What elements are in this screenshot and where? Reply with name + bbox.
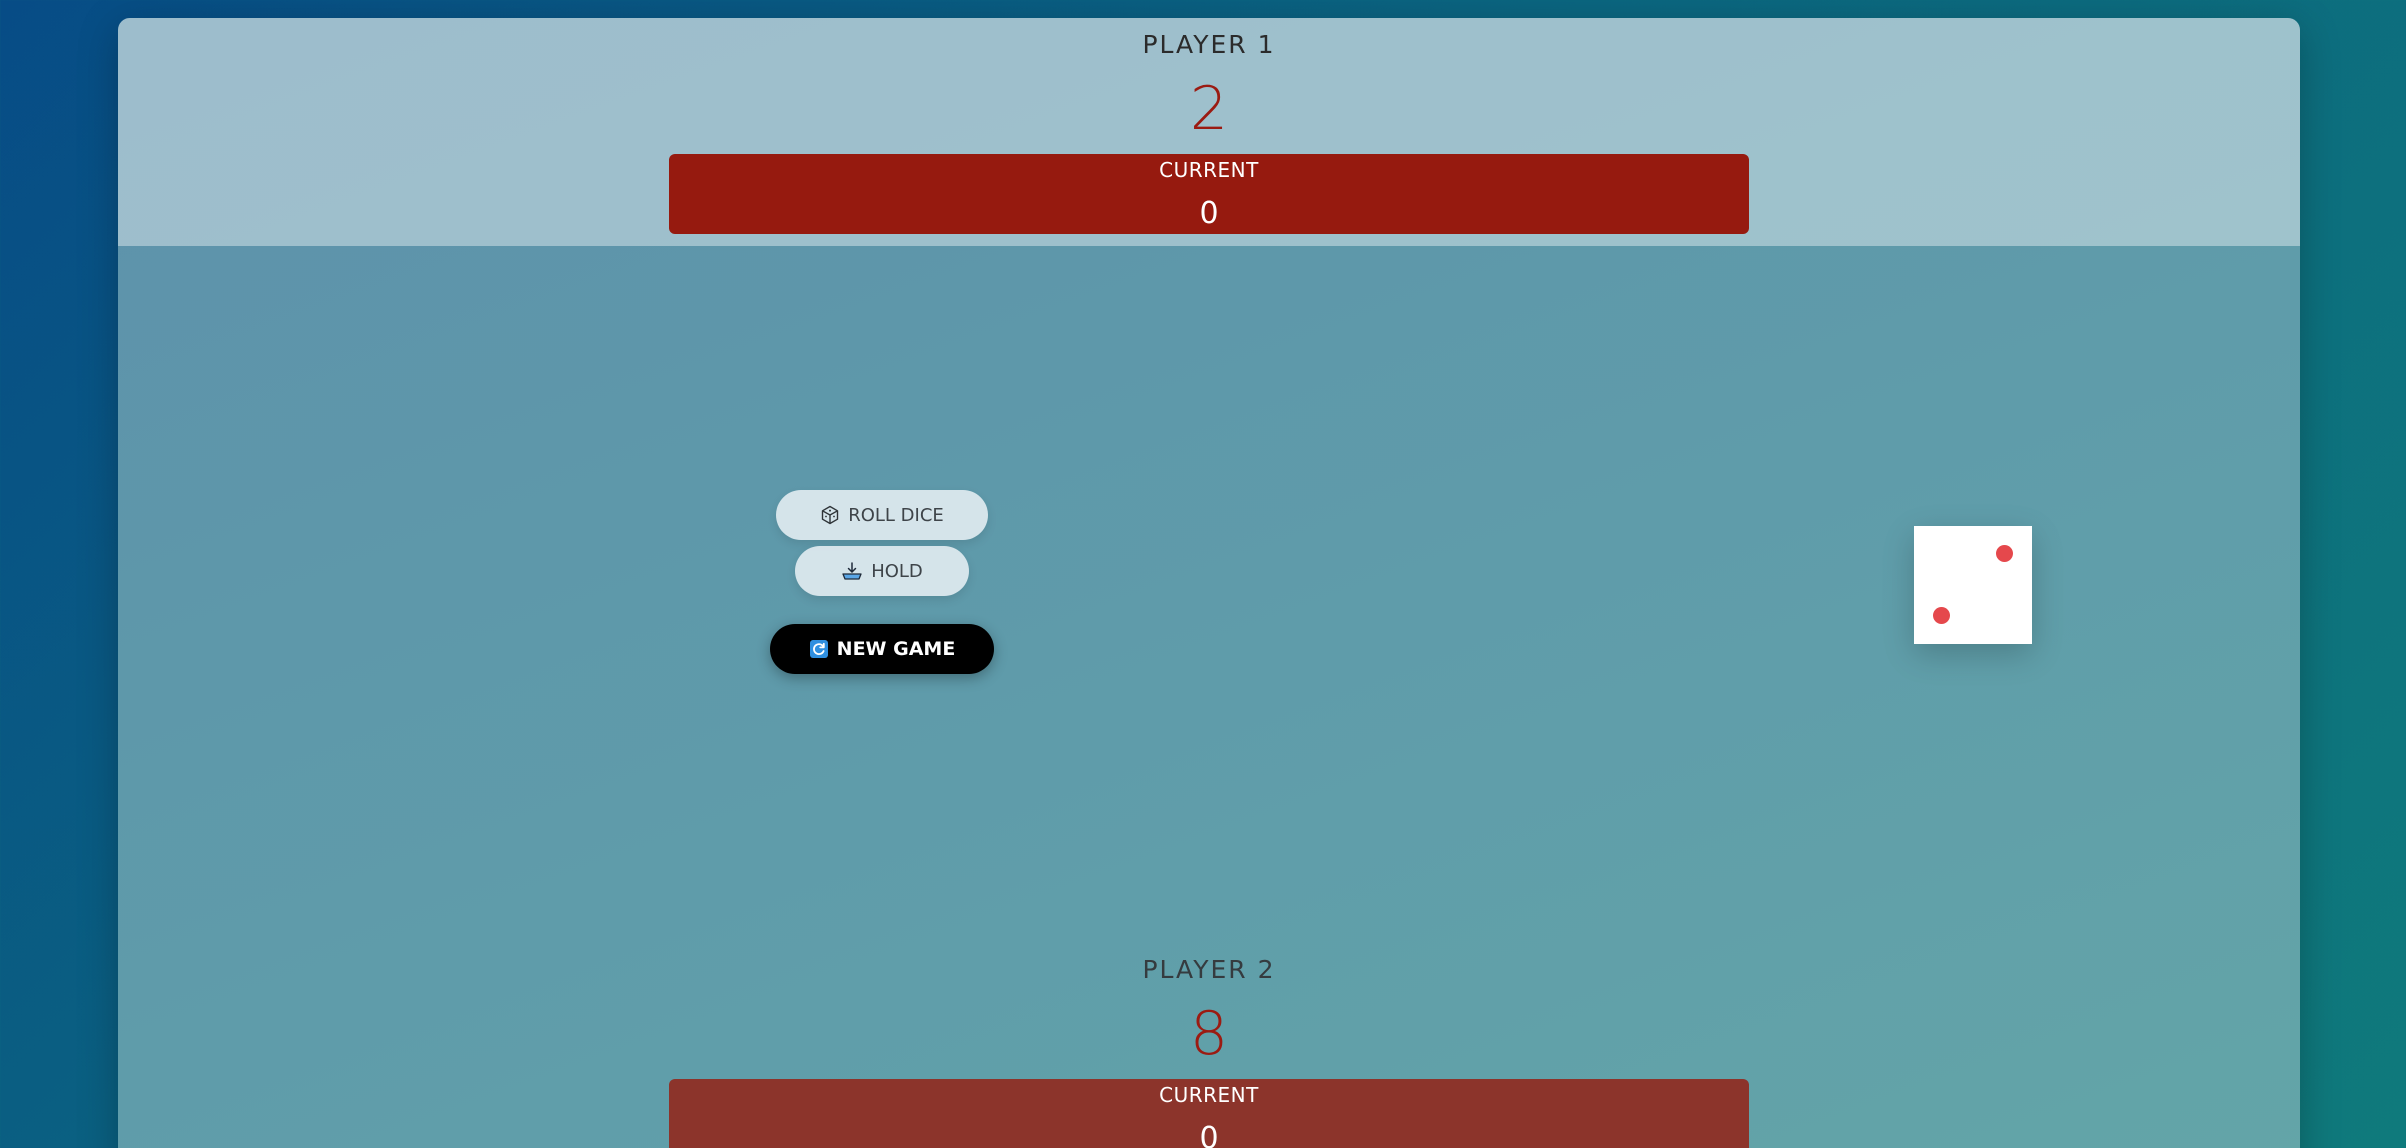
player-2-score: 8 xyxy=(1189,999,1229,1069)
player-1-panel: PLAYER 1 2 CURRENT 0 xyxy=(118,18,2300,246)
dice-pip xyxy=(1996,545,2013,562)
dice-face xyxy=(1914,526,2032,644)
roll-dice-label: ROLL DICE xyxy=(848,504,944,526)
game-board: PLAYER 1 2 CURRENT 0 ROLL DICE HOLD NEW … xyxy=(118,18,2300,1148)
player-1-current-label: CURRENT xyxy=(1159,158,1259,182)
dice-pip xyxy=(1933,607,1950,624)
player-2-panel: PLAYER 2 8 CURRENT 0 xyxy=(118,923,2300,1148)
player-1-score: 2 xyxy=(1189,74,1229,144)
new-game-button[interactable]: NEW GAME xyxy=(770,624,994,674)
player-2-current-score: 0 xyxy=(1199,1121,1219,1148)
player-1-name: PLAYER 1 xyxy=(1142,30,1276,59)
refresh-icon xyxy=(809,639,829,659)
dice-icon xyxy=(820,505,840,525)
hold-label: HOLD xyxy=(871,560,923,582)
player-1-current-box: CURRENT 0 xyxy=(669,154,1749,234)
hold-button[interactable]: HOLD xyxy=(795,546,969,596)
player-1-current-score: 0 xyxy=(1199,196,1219,231)
hold-icon xyxy=(841,561,863,581)
player-2-current-label: CURRENT xyxy=(1159,1083,1259,1107)
roll-dice-button[interactable]: ROLL DICE xyxy=(776,490,988,540)
player-2-name: PLAYER 2 xyxy=(1142,955,1276,984)
player-2-current-box: CURRENT 0 xyxy=(669,1079,1749,1148)
new-game-label: NEW GAME xyxy=(836,638,956,660)
